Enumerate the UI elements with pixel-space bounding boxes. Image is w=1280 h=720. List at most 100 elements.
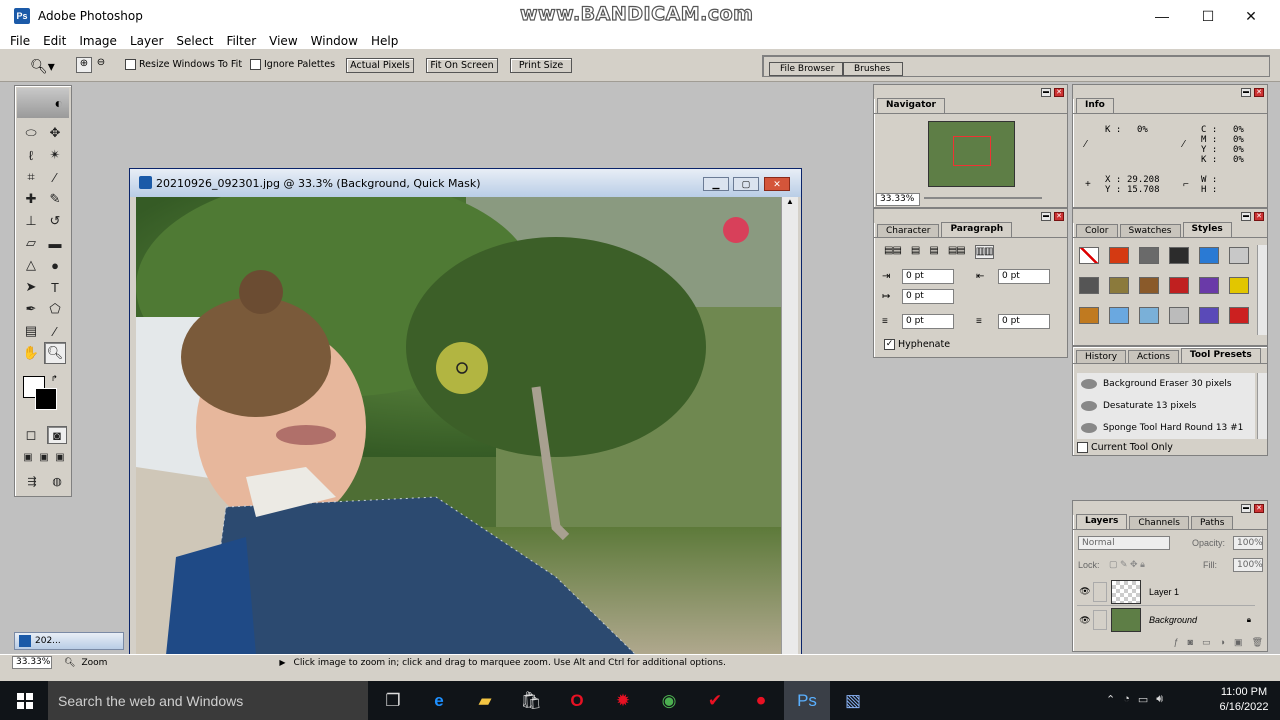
pen-tool-icon[interactable]: ✒	[20, 298, 42, 320]
space-before-field[interactable]: 0 pt	[902, 314, 954, 329]
style-swatch[interactable]	[1139, 277, 1159, 294]
panel-close-icon[interactable]: ✕	[1054, 87, 1064, 97]
gradient-tool-icon[interactable]: ▬	[44, 232, 66, 254]
hand-tool-icon[interactable]: ✋	[20, 342, 42, 364]
eyedropper-icon[interactable]: ⁄	[44, 320, 66, 342]
layer-style-icon[interactable]: ƒ	[1174, 637, 1179, 651]
swap-colors-icon[interactable]: ↱	[51, 374, 58, 383]
file-explorer-icon[interactable]: ▰	[462, 681, 508, 720]
status-arrow-icon[interactable]: ▶	[279, 658, 285, 667]
new-layer-icon[interactable]: ▣	[1234, 637, 1243, 651]
wifi-icon[interactable]: ◔	[1123, 693, 1130, 706]
style-swatch[interactable]	[1109, 247, 1129, 264]
panel-close-icon[interactable]: ✕	[1054, 211, 1064, 221]
jump-to-imageready-icon[interactable]: ⇶	[21, 472, 43, 490]
list-item[interactable]: Desaturate 13 pixels	[1077, 395, 1255, 417]
lock-icons[interactable]: ▢ ✎ ✥ 🔒︎	[1109, 559, 1145, 570]
clock[interactable]: 11:00 PM 6/16/2022	[1214, 685, 1274, 715]
panel-close-icon[interactable]: ✕	[1254, 211, 1264, 221]
volume-icon[interactable]: 🔊︎	[1156, 693, 1163, 706]
status-zoom-field[interactable]: 33.33%	[12, 656, 52, 669]
visibility-eye-icon[interactable]: 👁︎	[1077, 586, 1093, 597]
adjustment-layer-icon[interactable]: ◑	[1220, 637, 1225, 651]
brush-tool-icon[interactable]: ✎	[44, 188, 66, 210]
indent-left-field[interactable]: 0 pt	[902, 269, 954, 284]
style-swatch[interactable]	[1109, 277, 1129, 294]
zoom-in-icon[interactable]: ⊕	[76, 57, 92, 73]
task-view-icon[interactable]: ❐	[370, 681, 416, 720]
eraser-tool-icon[interactable]: ▱	[20, 232, 42, 254]
app-red-icon[interactable]: ✹	[600, 681, 646, 720]
presets-scrollbar[interactable]	[1257, 373, 1267, 439]
screen-mode-standard-icon[interactable]: ▣	[21, 449, 35, 465]
minimize-button[interactable]: —	[1139, 0, 1185, 32]
navigator-zoom-field[interactable]: 33.33%	[876, 193, 920, 206]
style-swatch[interactable]	[1229, 277, 1249, 294]
tab-channels[interactable]: Channels	[1129, 516, 1189, 529]
list-item[interactable]: Sponge Tool Hard Round 13 #1	[1077, 417, 1255, 439]
menu-image[interactable]: Image	[79, 34, 117, 48]
menu-layer[interactable]: Layer	[130, 34, 163, 48]
style-swatch[interactable]	[1169, 247, 1189, 264]
list-item[interactable]: Background Eraser 30 pixels	[1077, 373, 1255, 395]
edge-icon[interactable]: e	[416, 681, 462, 720]
slice-tool-icon[interactable]: ∕	[44, 166, 66, 188]
zoom-tool-preset-icon[interactable]: 🔍︎▾	[30, 58, 55, 75]
style-swatch[interactable]	[1079, 247, 1099, 264]
align-center-icon[interactable]: ▤	[911, 245, 921, 259]
close-button[interactable]: ✕	[1228, 0, 1274, 32]
menu-window[interactable]: Window	[311, 34, 358, 48]
panel-minimize-icon[interactable]: ▬	[1041, 211, 1051, 221]
style-swatch[interactable]	[1229, 247, 1249, 264]
tab-paragraph[interactable]: Paragraph	[941, 222, 1013, 237]
menu-filter[interactable]: Filter	[226, 34, 256, 48]
navigator-zoom-slider[interactable]	[924, 197, 1042, 199]
hyphenate-checkbox[interactable]: ✓ Hyphenate	[884, 339, 950, 350]
shape-tool-icon[interactable]: ⬠	[44, 298, 66, 320]
panel-minimize-icon[interactable]: ▬	[1241, 87, 1251, 97]
trash-icon[interactable]: 🗑︎	[1252, 637, 1263, 651]
clone-stamp-icon[interactable]: ⊥	[20, 210, 42, 232]
current-tool-only-checkbox[interactable]: Current Tool Only	[1077, 442, 1173, 453]
magic-wand-icon[interactable]: ✴	[44, 144, 66, 166]
blend-mode-select[interactable]: Normal	[1078, 536, 1170, 550]
mask-icon[interactable]: ◙	[1188, 637, 1193, 651]
document-vertical-scrollbar[interactable]: ▲	[781, 197, 798, 655]
taskbar-search[interactable]: Search the web and Windows	[48, 681, 368, 720]
adobe-online-icon[interactable]: ◐	[55, 95, 63, 111]
layer-row-background[interactable]: 👁︎ Background 🔒︎	[1077, 606, 1255, 634]
resize-windows-checkbox[interactable]: Resize Windows To Fit	[125, 59, 242, 70]
menu-view[interactable]: View	[269, 34, 297, 48]
style-swatch[interactable]	[1109, 307, 1129, 324]
start-windows-icon[interactable]	[17, 693, 33, 709]
tab-styles[interactable]: Styles	[1182, 222, 1232, 237]
space-after-field[interactable]: 0 pt	[998, 314, 1050, 329]
menu-select[interactable]: Select	[176, 34, 213, 48]
style-swatch[interactable]	[1139, 247, 1159, 264]
type-tool-icon[interactable]: T	[44, 276, 66, 298]
zoom-out-icon[interactable]: ⊖	[93, 57, 109, 73]
layer-link-box[interactable]	[1093, 610, 1107, 630]
style-swatch[interactable]	[1079, 307, 1099, 324]
scroll-up-icon[interactable]: ▲	[782, 197, 798, 211]
menu-help[interactable]: Help	[371, 34, 398, 48]
globe-icon[interactable]: ◍	[47, 472, 67, 490]
tab-swatches[interactable]: Swatches	[1119, 224, 1181, 237]
panel-minimize-icon[interactable]: ▬	[1241, 503, 1251, 513]
style-swatch[interactable]	[1199, 247, 1219, 264]
style-swatch[interactable]	[1139, 307, 1159, 324]
dodge-tool-icon[interactable]: ●	[44, 254, 66, 276]
tab-file-browser[interactable]: File Browser	[769, 62, 843, 76]
notes-tool-icon[interactable]: ▤	[20, 320, 42, 342]
app-check-icon[interactable]: ✔	[692, 681, 738, 720]
tab-history[interactable]: History	[1076, 350, 1127, 363]
panel-close-icon[interactable]: ✕	[1254, 503, 1264, 513]
minimized-document[interactable]: 202...	[14, 632, 124, 650]
style-swatch[interactable]	[1169, 307, 1189, 324]
screen-mode-full-icon[interactable]: ▣	[53, 449, 67, 465]
style-swatch[interactable]	[1079, 277, 1099, 294]
navigator-thumbnail[interactable]	[928, 121, 1015, 187]
tray-chevron-icon[interactable]: ⌃	[1106, 693, 1115, 706]
tab-tool-presets[interactable]: Tool Presets	[1180, 348, 1261, 363]
blur-tool-icon[interactable]: △	[20, 254, 42, 276]
